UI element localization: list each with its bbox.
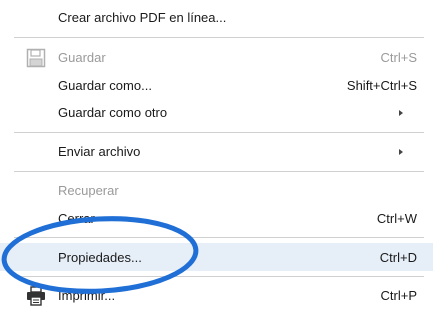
menu-separator <box>14 237 424 238</box>
menu-item-label: Guardar <box>58 50 106 65</box>
menu-item-shortcut: Ctrl+S <box>380 50 417 65</box>
menu-item-send-file[interactable]: Enviar archivo <box>0 139 433 165</box>
menu-item-properties[interactable]: Propiedades... Ctrl+D <box>0 243 433 271</box>
menu-item-label: Recuperar <box>58 183 119 198</box>
menu-separator <box>14 37 424 38</box>
menu-item-label: Enviar archivo <box>58 144 141 159</box>
submenu-arrow-icon <box>399 149 403 155</box>
menu-item-recover[interactable]: Recuperar <box>0 178 433 204</box>
menu-item-label: Propiedades... <box>58 250 142 265</box>
menu-separator <box>14 276 424 277</box>
file-menu: Crear archivo PDF en línea... Guardar Ct… <box>0 0 433 314</box>
floppy-disk-icon <box>26 48 46 68</box>
menu-item-close[interactable]: Cerrar Ctrl+W <box>0 206 433 232</box>
menu-item-shortcut: Ctrl+P <box>380 288 417 303</box>
menu-item-label: Guardar como... <box>58 78 152 93</box>
menu-separator <box>14 171 424 172</box>
menu-item-create-pdf[interactable]: Crear archivo PDF en línea... <box>0 5 433 31</box>
menu-item-label: Imprimir... <box>58 288 116 303</box>
submenu-arrow-icon <box>399 110 403 116</box>
menu-item-shortcut: Ctrl+D <box>379 250 417 265</box>
menu-item-save-as[interactable]: Guardar como... Shift+Ctrl+S <box>0 73 433 99</box>
menu-item-save-as-other[interactable]: Guardar como otro <box>0 100 433 126</box>
menu-item-save[interactable]: Guardar Ctrl+S <box>0 45 433 71</box>
menu-item-shortcut: Shift+Ctrl+S <box>346 78 417 93</box>
menu-separator <box>14 132 424 133</box>
menu-item-label: Cerrar <box>58 211 95 226</box>
menu-item-label: Guardar como otro <box>58 105 168 120</box>
printer-icon <box>26 286 46 306</box>
menu-item-shortcut: Ctrl+W <box>376 211 417 226</box>
menu-item-label: Crear archivo PDF en línea... <box>58 10 227 25</box>
menu-item-print[interactable]: Imprimir... Ctrl+P <box>0 283 433 309</box>
